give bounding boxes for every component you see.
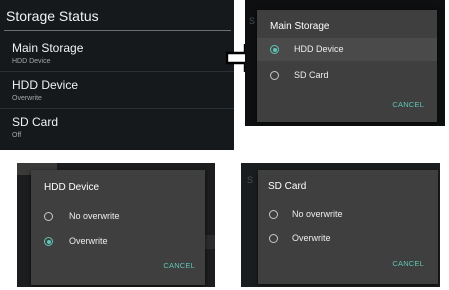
- setting-title: Main Storage: [12, 41, 84, 55]
- dialog-title: HDD Device: [44, 182, 100, 193]
- setting-title: SD Card: [12, 115, 59, 129]
- hdd-device-dialog-screen: HDD Device No overwrite Overwrite CANCEL: [17, 163, 215, 287]
- background-text-fragment: S: [249, 16, 256, 26]
- cancel-button[interactable]: CANCEL: [163, 261, 195, 270]
- setting-summary: Off: [12, 132, 22, 139]
- background-text-fragment: S: [247, 175, 254, 185]
- title-divider: [4, 30, 231, 31]
- option-label: Overwrite: [292, 233, 331, 243]
- sd-card-dialog-screen: S SD Card No overwrite Overwrite CANCEL: [241, 163, 440, 287]
- radio-option-overwrite[interactable]: Overwrite: [258, 228, 438, 250]
- radio-option-sd-card[interactable]: SD Card: [257, 65, 437, 87]
- main-storage-dialog: Main Storage HDD Device SD Card CANCEL: [257, 10, 437, 122]
- radio-checked-icon[interactable]: [270, 45, 279, 54]
- background-image-fragment: [205, 235, 215, 249]
- setting-hdd-device[interactable]: HDD Device Overwrite: [0, 71, 234, 109]
- option-label: HDD Device: [294, 44, 344, 54]
- sd-card-dialog: SD Card No overwrite Overwrite CANCEL: [258, 170, 438, 284]
- radio-option-overwrite[interactable]: Overwrite: [31, 231, 205, 253]
- setting-sd-card[interactable]: SD Card Off: [0, 108, 234, 145]
- dialog-title: SD Card: [268, 181, 307, 192]
- cancel-button[interactable]: CANCEL: [392, 259, 424, 268]
- cancel-button[interactable]: CANCEL: [392, 100, 424, 109]
- radio-unchecked-icon[interactable]: [44, 212, 53, 221]
- radio-unchecked-icon[interactable]: [269, 234, 278, 243]
- option-label: SD Card: [294, 70, 329, 80]
- setting-title: HDD Device: [12, 78, 79, 92]
- setting-summary: HDD Device: [12, 58, 51, 65]
- radio-unchecked-icon[interactable]: [270, 71, 279, 80]
- page-title: Storage Status: [6, 8, 99, 24]
- option-label: Overwrite: [69, 236, 108, 246]
- main-storage-dialog-screen: S Main Storage HDD Device SD Card CANCEL: [245, 0, 445, 126]
- storage-status-screen: Storage Status Main Storage HDD Device H…: [0, 0, 234, 150]
- option-label: No overwrite: [69, 211, 120, 221]
- radio-option-hdd-device[interactable]: HDD Device: [257, 39, 437, 61]
- radio-checked-icon[interactable]: [44, 237, 53, 246]
- dialog-title: Main Storage: [270, 21, 330, 32]
- radio-unchecked-icon[interactable]: [269, 210, 278, 219]
- setting-summary: Overwrite: [12, 95, 42, 102]
- option-label: No overwrite: [292, 209, 343, 219]
- radio-option-no-overwrite[interactable]: No overwrite: [258, 204, 438, 226]
- radio-option-no-overwrite[interactable]: No overwrite: [31, 206, 205, 228]
- hdd-device-dialog: HDD Device No overwrite Overwrite CANCEL: [31, 170, 205, 285]
- setting-main-storage[interactable]: Main Storage HDD Device: [0, 34, 234, 72]
